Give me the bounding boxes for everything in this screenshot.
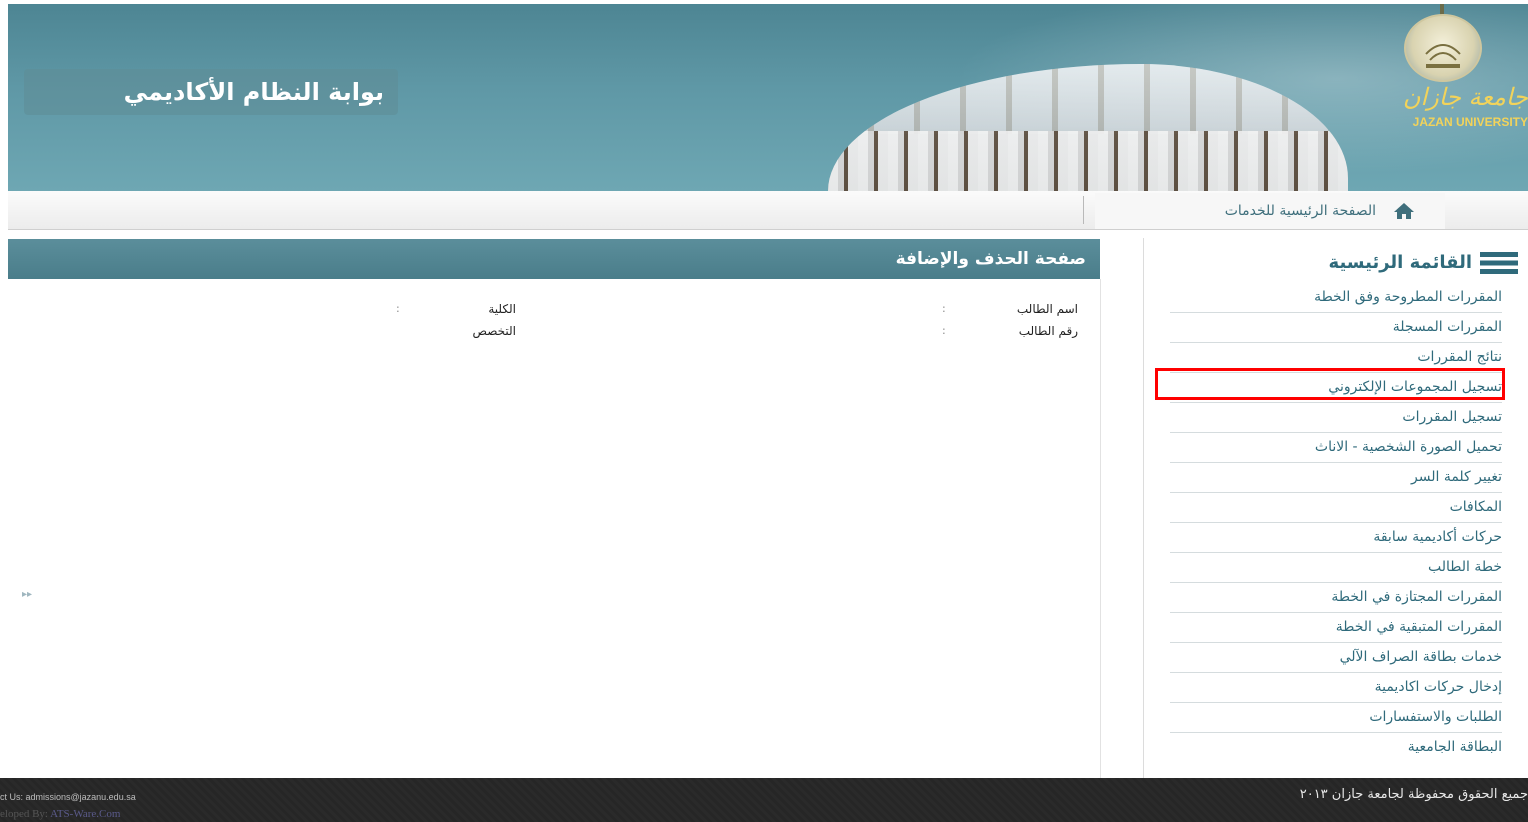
major-label: التخصص bbox=[472, 324, 516, 338]
logo-english-name: JAZAN UNIVERSITY bbox=[1412, 115, 1528, 129]
photo-background bbox=[828, 64, 1348, 134]
student-id-separator: : bbox=[942, 324, 946, 337]
college-label: الكلية bbox=[488, 302, 516, 316]
sidebar-title: القائمة الرئيسية bbox=[1328, 252, 1472, 273]
footer-developer-link[interactable]: ATS-Ware.Com bbox=[50, 808, 120, 820]
sidebar-item-previous-academic-actions[interactable]: حركات أكاديمية سابقة bbox=[1170, 522, 1502, 553]
logo-arabic-name: جامعة جازان bbox=[1402, 83, 1528, 111]
hamburger-menu-icon[interactable] bbox=[1480, 252, 1518, 274]
sidebar-item-registered-courses[interactable]: المقررات المسجلة bbox=[1170, 312, 1502, 343]
student-name-separator: : bbox=[942, 302, 946, 315]
portal-title: بوابة النظام الأكاديمي bbox=[123, 78, 384, 106]
photo-crowd bbox=[828, 131, 1348, 191]
double-chevron-right-icon[interactable]: ▸▸ bbox=[22, 589, 38, 601]
nav-home-link[interactable]: الصفحة الرئيسية للخدمات bbox=[1100, 198, 1376, 224]
sidebar-item-offered-courses[interactable]: المقررات المطروحة وفق الخطة bbox=[1170, 282, 1502, 313]
campus-photo bbox=[828, 64, 1348, 191]
sidebar-item-rewards[interactable]: المكافات bbox=[1170, 492, 1502, 523]
sidebar-item-enter-academic-actions[interactable]: إدخال حركات اكاديمية bbox=[1170, 672, 1502, 703]
main-panel-body bbox=[8, 279, 1101, 778]
sidebar-item-requests-inquiries[interactable]: الطلبات والاستفسارات bbox=[1170, 702, 1502, 733]
sidebar-item-remaining-courses[interactable]: المقررات المتبقية في الخطة bbox=[1170, 612, 1502, 643]
page-title: صفحة الحذف والإضافة bbox=[895, 249, 1086, 269]
footer-developer: eloped By: ATS-Ware.Com bbox=[0, 807, 300, 821]
college-separator: : bbox=[396, 302, 400, 315]
footer-developer-prefix: eloped By: bbox=[0, 808, 51, 820]
sidebar-item-change-password[interactable]: تغيير كلمة السر bbox=[1170, 462, 1502, 493]
sidebar-item-upload-photo[interactable]: تحميل الصورة الشخصية - الاناث bbox=[1170, 432, 1502, 463]
student-id-label: رقم الطالب bbox=[1018, 324, 1078, 338]
sidebar-item-student-plan[interactable]: خطة الطالب bbox=[1170, 552, 1502, 583]
home-icon[interactable] bbox=[1393, 202, 1415, 220]
sidebar-item-passed-courses[interactable]: المقررات المجتازة في الخطة bbox=[1170, 582, 1502, 613]
student-name-label: اسم الطالب bbox=[1016, 302, 1078, 316]
highlight-box bbox=[1155, 368, 1505, 400]
footer-contact[interactable]: ct Us: admissions@jazanu.edu.sa bbox=[0, 790, 300, 804]
sidebar-item-atm-card-services[interactable]: خدمات بطاقة الصراف الآلي bbox=[1170, 642, 1502, 673]
sidebar-item-university-card[interactable]: البطاقة الجامعية bbox=[1170, 732, 1502, 762]
nav-separator bbox=[1083, 196, 1084, 224]
university-seal-logo bbox=[1404, 14, 1482, 82]
footer-copyright: جميع الحقوق محفوظة لجامعة جازان ٢٠١٣ bbox=[1299, 787, 1528, 802]
sidebar-item-course-registration[interactable]: تسجيل المقررات bbox=[1170, 402, 1502, 433]
